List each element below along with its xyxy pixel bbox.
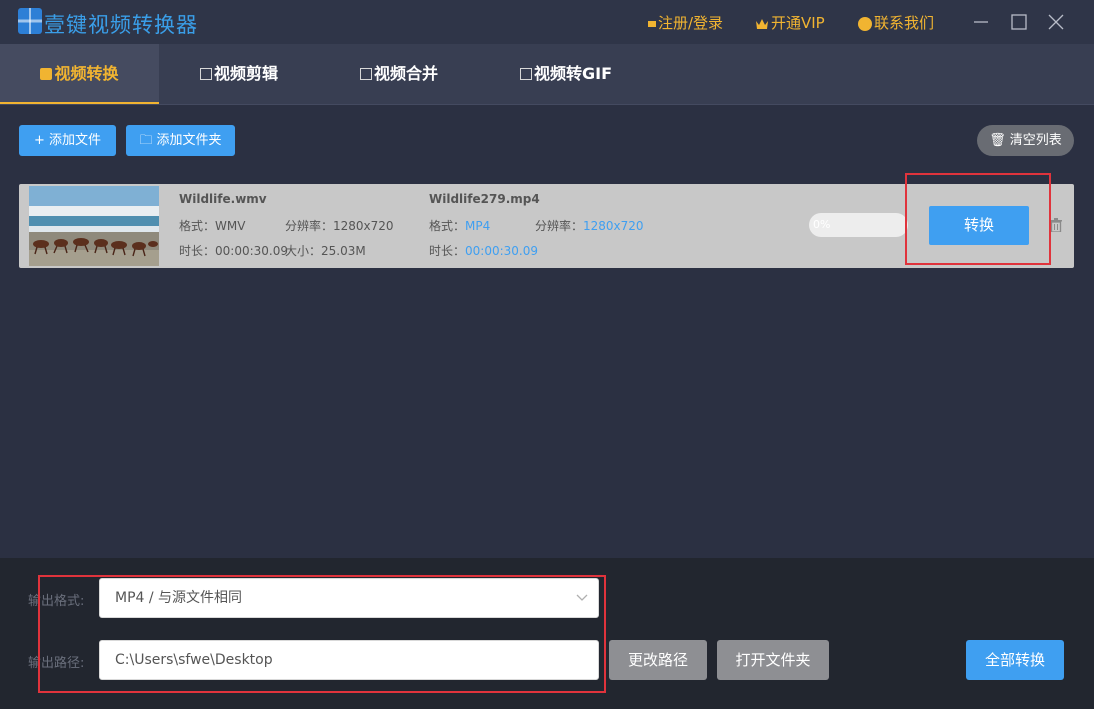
- minimize-icon[interactable]: [970, 11, 992, 33]
- resolution-value: 1280x720: [583, 219, 644, 233]
- delete-icon[interactable]: [1050, 218, 1062, 232]
- tab-bar: 视频转换 视频剪辑 视频合并 视频转GIF: [0, 44, 1094, 105]
- crown-icon: [756, 18, 768, 29]
- add-folder-label: 添加文件夹: [156, 133, 222, 148]
- gif-icon: [520, 68, 532, 80]
- tab-label: 视频转GIF: [534, 64, 613, 83]
- tab-video-gif[interactable]: 视频转GIF: [520, 44, 612, 104]
- app-logo-icon: [18, 8, 42, 34]
- format-label: 格式：: [429, 219, 466, 233]
- source-resolution: 分辨率：1280x720: [285, 217, 394, 234]
- login-label: 注册/登录: [658, 14, 724, 32]
- open-folder-button[interactable]: 打开文件夹: [717, 640, 829, 680]
- output-resolution: 分辨率：1280x720: [535, 217, 644, 234]
- output-format: 格式：MP4: [429, 217, 490, 234]
- convert-icon: [40, 68, 53, 80]
- duration-label: 时长：: [429, 244, 466, 258]
- maximize-icon[interactable]: [1008, 11, 1030, 33]
- change-path-button[interactable]: 更改路径: [609, 640, 707, 680]
- size-label: 大小：: [285, 244, 322, 258]
- folder-icon: 🗀: [139, 133, 153, 148]
- tab-video-merge[interactable]: 视频合并: [360, 44, 438, 104]
- source-duration: 时长：00:00:30.09: [179, 242, 288, 259]
- contact-label: 联系我们: [874, 14, 935, 32]
- tab-label: 视频转换: [54, 64, 119, 83]
- video-thumbnail: [29, 186, 159, 266]
- add-file-button[interactable]: + 添加文件: [19, 125, 116, 156]
- clear-list-label: 清空列表: [1009, 133, 1062, 148]
- vip-label: 开通VIP: [771, 14, 825, 32]
- format-value: WMV: [215, 219, 246, 233]
- login-link[interactable]: 注册/登录: [648, 12, 723, 33]
- add-file-label: 添加文件: [48, 133, 101, 148]
- user-icon: [648, 20, 656, 27]
- add-folder-button[interactable]: 🗀 添加文件夹: [126, 125, 235, 156]
- clear-list-button[interactable]: 🗑 清空列表: [977, 125, 1074, 156]
- tab-label: 视频剪辑: [214, 64, 279, 83]
- tab-video-edit[interactable]: 视频剪辑: [200, 44, 278, 104]
- merge-icon: [360, 68, 372, 80]
- duration-value: 00:00:30.09: [465, 244, 538, 258]
- output-highlight-box: [38, 575, 606, 693]
- convert-highlight-box: [905, 173, 1051, 265]
- source-file-name: Wildlife.wmv: [179, 192, 267, 206]
- progress-bar: 0%: [809, 213, 908, 237]
- size-value: 25.03M: [321, 244, 366, 258]
- qq-icon: [858, 16, 872, 31]
- plus-icon: +: [34, 133, 45, 148]
- vip-link[interactable]: 开通VIP: [755, 12, 825, 33]
- contact-link[interactable]: 联系我们: [858, 12, 934, 33]
- resolution-label: 分辨率：: [535, 219, 584, 233]
- tab-label: 视频合并: [374, 64, 439, 83]
- trash-icon: 🗑: [989, 133, 1006, 148]
- source-size: 大小：25.03M: [285, 242, 366, 259]
- convert-all-button[interactable]: 全部转换: [966, 640, 1064, 680]
- app-title: 壹键视频转换器: [44, 13, 198, 37]
- output-duration: 时长：00:00:30.09: [429, 242, 538, 259]
- close-icon[interactable]: [1045, 11, 1067, 33]
- progress-label: 0%: [813, 218, 831, 231]
- source-format: 格式：WMV: [179, 217, 245, 234]
- duration-value: 00:00:30.09: [215, 244, 288, 258]
- resolution-value: 1280x720: [333, 219, 394, 233]
- duration-label: 时长：: [179, 244, 216, 258]
- resolution-label: 分辨率：: [285, 219, 334, 233]
- format-value: MP4: [465, 219, 491, 233]
- tab-video-convert[interactable]: 视频转换: [0, 44, 159, 104]
- output-file-name: Wildlife279.mp4: [429, 192, 540, 206]
- title-bar: 壹键视频转换器 注册/登录 开通VIP 联系我们: [0, 0, 1094, 44]
- format-label: 格式：: [179, 219, 216, 233]
- scissors-icon: [200, 68, 212, 80]
